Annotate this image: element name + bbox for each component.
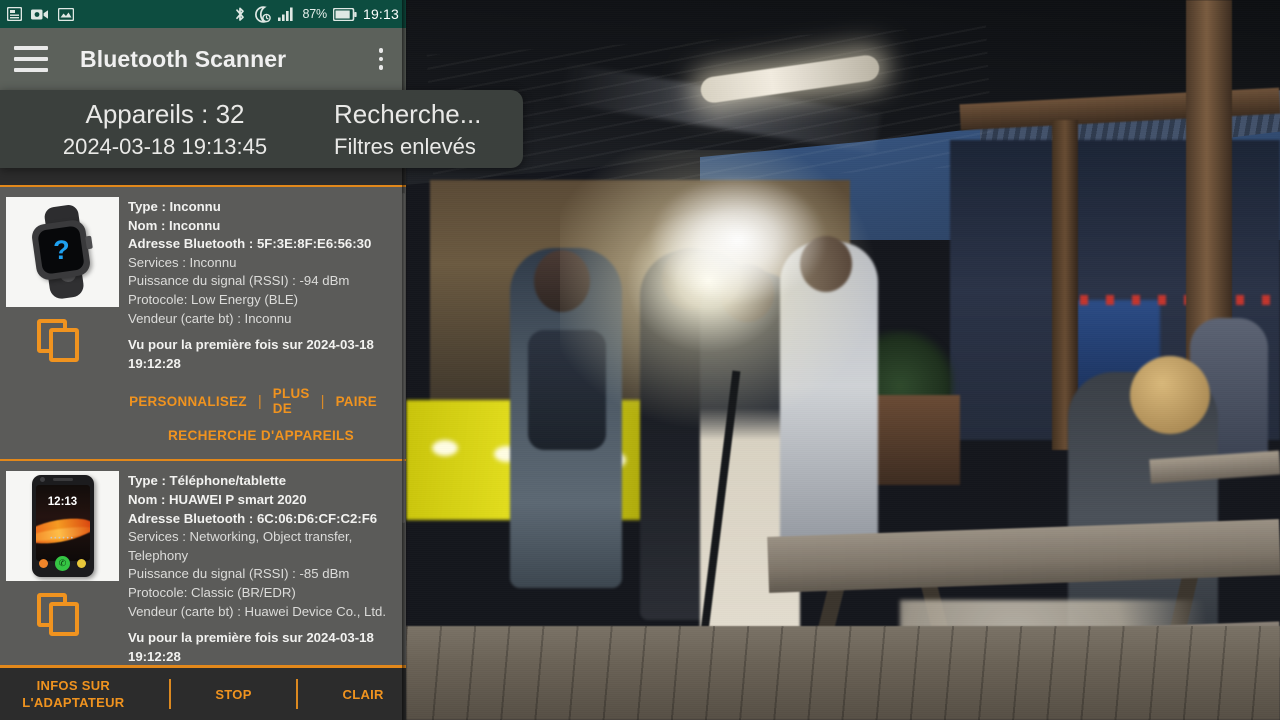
stop-button[interactable]: STOP: [215, 686, 251, 703]
bottom-action-bar: INFOS SUR L'ADAPTATEUR STOP CLAIR: [0, 665, 406, 720]
device-address: Adresse Bluetooth : 6C:06:D6:CF:C2:F6: [128, 510, 378, 526]
video-camera-icon: [31, 9, 48, 19]
device-card-left: ?: [0, 193, 120, 459]
device-rssi: Puissance du signal (RSSI) : -94 dBm: [128, 273, 350, 289]
device-name: Nom : Inconnu: [128, 217, 221, 233]
toast-devices-count: Appareils : 32: [85, 98, 245, 129]
device-services: Services : Networking, Object transfer, …: [128, 529, 353, 563]
device-card-details: Type : Inconnu Nom : Inconnu Adresse Blu…: [120, 193, 406, 459]
status-bar-clock: 19:13: [362, 6, 399, 22]
device-name: Nom : HUAWEI P smart 2020: [128, 491, 307, 507]
device-services: Services : Inconnu: [128, 254, 237, 270]
phone-thumb-dots: ••••••: [50, 535, 75, 542]
status-bar-notification-icons: [7, 7, 74, 21]
device-first-seen: Vu pour la première fois sur 2024-03-18 …: [128, 337, 374, 371]
toast-left-column: Appareils : 32 2024-03-18 19:13:45: [0, 97, 330, 162]
video-counter-light: [432, 440, 458, 456]
device-address: Adresse Bluetooth : 5F:3E:8F:E6:56:30: [128, 236, 372, 252]
android-status-bar: 87% 19:13: [0, 0, 406, 28]
device-card[interactable]: 12:13 •••••• ✆ Type: Téléphone/tablette…: [0, 459, 406, 665]
device-protocol: Protocole: Classic (BR/EDR): [128, 584, 296, 600]
clear-button[interactable]: CLAIR: [343, 686, 384, 703]
more-vertical-icon[interactable]: [370, 44, 392, 74]
bottom-divider: [168, 679, 171, 709]
customize-button[interactable]: PERSONNALISEZ: [118, 394, 258, 409]
more-button[interactable]: PLUS DE: [262, 386, 321, 416]
adapter-info-line2: L'ADAPTATEUR: [22, 695, 125, 710]
bluetooth-icon: [235, 7, 244, 21]
battery-icon: [332, 7, 357, 21]
image-icon: [58, 7, 74, 21]
video-deck-planks: [406, 626, 1280, 720]
question-mark-glyph: ?: [52, 234, 69, 265]
scan-status-toast: Appareils : 32 2024-03-18 19:13:45 Reche…: [0, 90, 523, 168]
copy-icon[interactable]: [37, 593, 83, 637]
video-person-head: [1130, 356, 1210, 434]
battery-percent-label: 87%: [302, 7, 328, 21]
adapter-info-line1: INFOS SUR: [36, 678, 111, 693]
page-title: Bluetooth Scanner: [80, 45, 287, 72]
hamburger-menu-icon[interactable]: [14, 46, 48, 72]
toast-filters: Filtres enlevés: [334, 133, 476, 159]
toast-timestamp: 2024-03-18 19:13:45: [62, 133, 268, 159]
bottom-divider: [296, 679, 299, 709]
device-card-details: Type : Téléphone/tablette Nom : HUAWEI P…: [120, 467, 406, 665]
device-protocol: Protocole: Low Energy (BLE): [128, 291, 299, 307]
video-light-glare-core: [648, 175, 828, 305]
device-card[interactable]: ? Type : Inconnu Nom : Inconnu Adresse B…: [0, 185, 406, 460]
device-first-seen: Vu pour la première fois sur 2024-03-18 …: [128, 630, 374, 664]
device-vendor: Vendeur (carte bt) : Huawei Device Co., …: [128, 603, 387, 619]
toast-right-column: Recherche... Filtres enlevés: [330, 97, 523, 162]
copy-icon[interactable]: [37, 319, 83, 363]
action-divider: |: [257, 392, 262, 410]
device-search-row: RECHERCHE D'APPAREILS: [128, 416, 394, 451]
pair-button[interactable]: PAIRE: [325, 394, 388, 409]
smartphone-icon: 12:13 •••••• ✆: [6, 471, 119, 582]
device-type: Type : Téléphone/tablette: [128, 473, 287, 489]
status-bar-system-icons: 87% 19:13: [234, 5, 399, 23]
device-rssi: Puissance du signal (RSSI) : -85 dBm: [128, 566, 350, 582]
phone-thumb-clock: 12:13: [47, 495, 78, 508]
smartwatch-unknown-icon: ?: [6, 197, 119, 307]
adapter-info-button[interactable]: INFOS SUR L'ADAPTATEUR: [22, 677, 124, 711]
device-card-left: 12:13 •••••• ✆: [0, 467, 120, 665]
news-icon: [7, 7, 22, 21]
do-not-disturb-icon: [254, 5, 271, 23]
device-vendor: Vendeur (carte bt) : Inconnu: [128, 310, 292, 326]
screen-root: 87% 19:13 Bluetooth Scanner 00:0e:bf 2: [0, 0, 1280, 720]
smartphone-graphic: 12:13 •••••• ✆: [31, 475, 94, 578]
app-bar: Bluetooth Scanner: [0, 28, 406, 90]
toast-scan-state: Recherche...: [334, 98, 482, 129]
video-red-lights: [1080, 295, 1270, 305]
search-devices-button[interactable]: RECHERCHE D'APPAREILS: [168, 428, 354, 443]
device-type: Type : Inconnu: [128, 199, 221, 214]
smartwatch-graphic: ?: [24, 203, 102, 301]
device-list[interactable]: ? Type : Inconnu Nom : Inconnu Adresse B…: [0, 185, 406, 665]
signal-bars-icon: [277, 7, 293, 21]
action-divider: |: [320, 392, 325, 410]
device-card-actions: PERSONNALISEZ | PLUS DE | PAIRE: [128, 386, 394, 416]
